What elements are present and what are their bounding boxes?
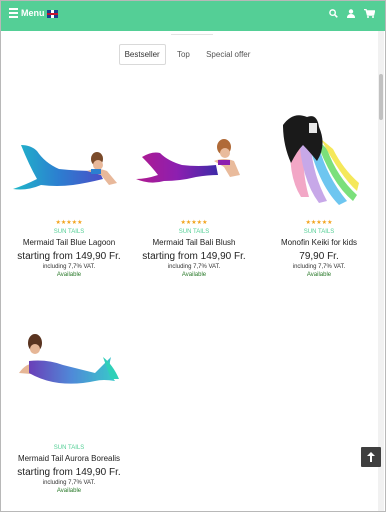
top-bar: Menu — [1, 1, 385, 31]
availability: Available — [56, 488, 82, 494]
brand-name[interactable]: SUN TAILS — [257, 229, 381, 235]
menu-label: Menu — [21, 8, 45, 18]
tab-special-offer[interactable]: Special offer — [201, 45, 255, 64]
availability: Available — [56, 272, 82, 278]
product-card[interactable]: ★★★★★ SUN TAILS Mermaid Tail Bali Blush … — [132, 105, 256, 278]
product-image[interactable] — [257, 105, 381, 215]
product-name[interactable]: Mermaid Tail Bali Blush — [132, 238, 256, 247]
vat-note: including 7,7% VAT. — [292, 264, 346, 270]
product-name[interactable]: Mermaid Tail Aurora Borealis — [7, 454, 131, 463]
arrow-up-icon — [367, 452, 375, 462]
product-image[interactable] — [7, 105, 131, 215]
availability: Available — [181, 272, 207, 278]
divider — [171, 34, 213, 35]
product-price: starting from 149,90 Fr. — [142, 251, 246, 262]
product-price: starting from 149,90 Fr. — [17, 251, 121, 262]
product-name[interactable]: Monofin Keiki for kids — [257, 238, 381, 247]
back-to-top-button[interactable] — [361, 447, 381, 467]
product-price: 79,90 Fr. — [299, 251, 339, 262]
tab-top[interactable]: Top — [172, 45, 195, 64]
product-card[interactable]: SUN TAILS Mermaid Tail Aurora Borealis s… — [7, 321, 131, 494]
product-name[interactable]: Mermaid Tail Blue Lagoon — [7, 238, 131, 247]
product-image[interactable] — [132, 105, 256, 215]
availability: Available — [306, 272, 332, 278]
rating-stars: ★★★★★ — [180, 220, 208, 226]
scrollbar-thumb[interactable] — [379, 74, 383, 120]
tab-bestseller[interactable]: Bestseller — [118, 44, 166, 65]
brand-name[interactable]: SUN TAILS — [132, 229, 256, 235]
brand-name[interactable]: SUN TAILS — [7, 445, 131, 451]
product-image[interactable] — [7, 321, 131, 431]
cart-icon[interactable] — [364, 9, 375, 18]
brand-name[interactable]: SUN TAILS — [7, 229, 131, 235]
page: Menu Bestseller Top Special offer ★★★★★ … — [0, 0, 386, 512]
rating-stars — [7, 435, 131, 443]
menu-button[interactable]: Menu — [9, 8, 45, 18]
uk-flag-icon[interactable] — [47, 10, 58, 18]
search-icon[interactable] — [329, 9, 338, 18]
vat-note: including 7,7% VAT. — [167, 264, 221, 270]
vat-note: including 7,7% VAT. — [42, 264, 96, 270]
rating-stars: ★★★★★ — [55, 220, 83, 226]
vat-note: including 7,7% VAT. — [42, 480, 96, 486]
product-tabs: Bestseller Top Special offer — [1, 44, 373, 65]
rating-stars: ★★★★★ — [305, 220, 333, 226]
product-card[interactable]: ★★★★★ SUN TAILS Mermaid Tail Blue Lagoon… — [7, 105, 131, 278]
product-price: starting from 149,90 Fr. — [17, 467, 121, 478]
user-icon[interactable] — [347, 9, 355, 18]
menu-icon — [9, 8, 18, 18]
product-card[interactable]: ★★★★★ SUN TAILS Monofin Keiki for kids 7… — [257, 105, 381, 278]
